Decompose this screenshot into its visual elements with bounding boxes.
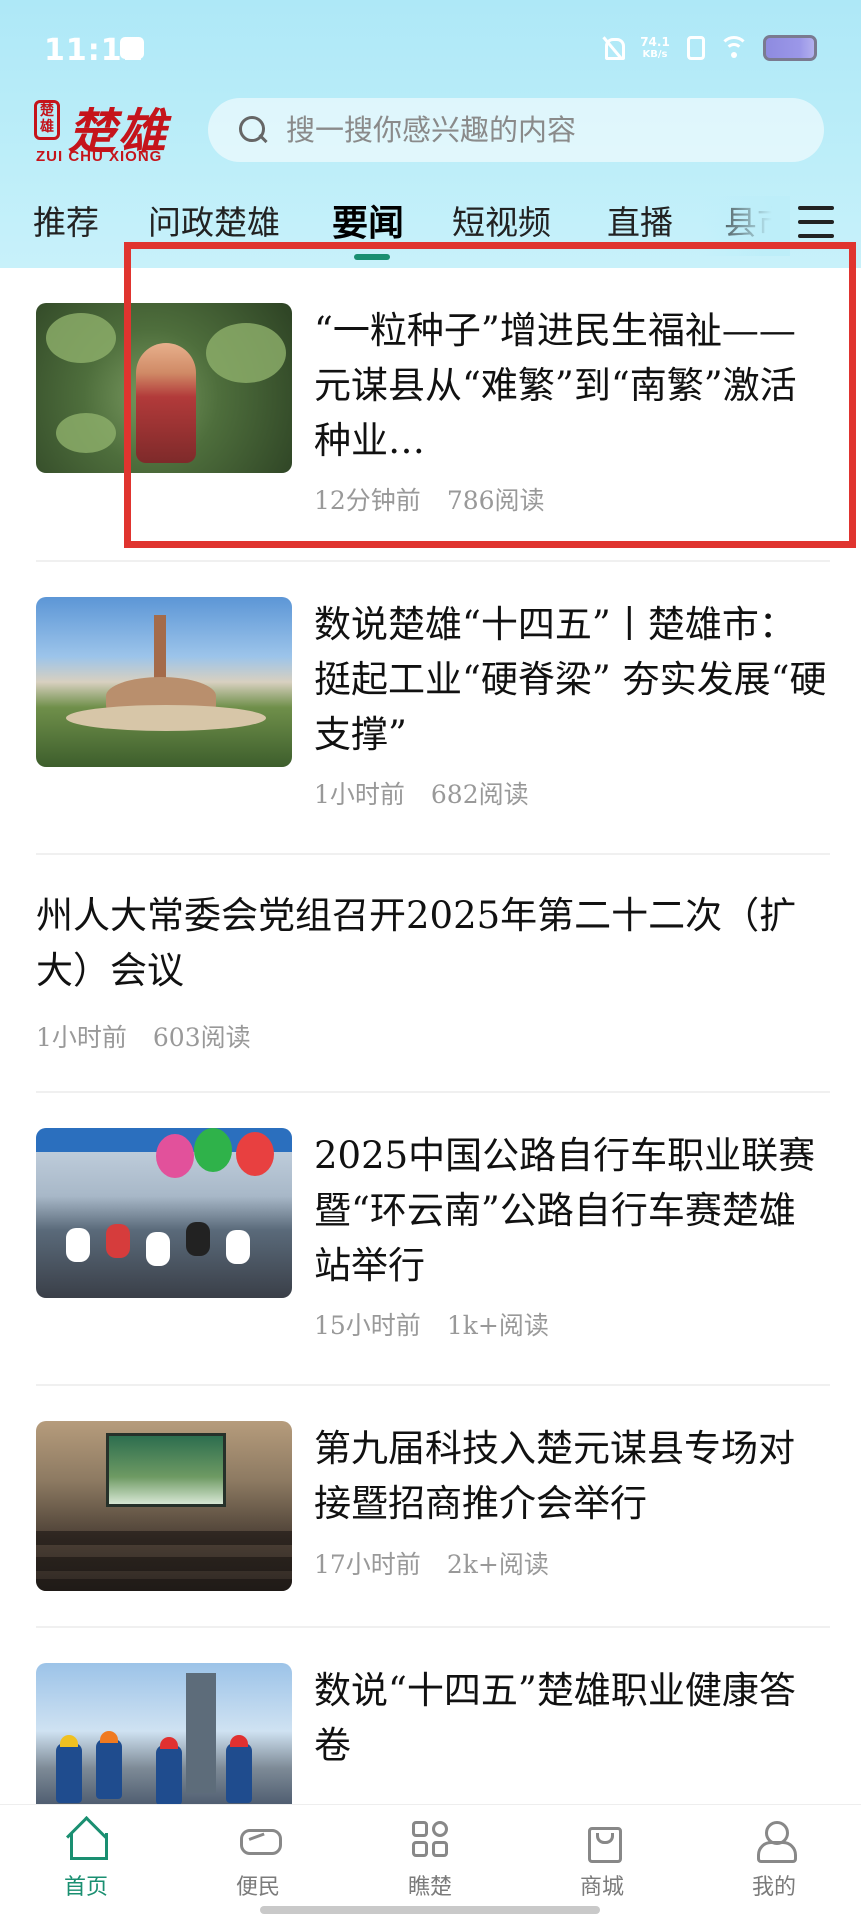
news-item[interactable]: “一粒种子”增进民生福祉——元谋县从“难繁”到“南繁”激活种业… 12分钟前 78… [36,303,830,523]
active-tab-indicator [354,254,390,260]
mute-icon [601,36,625,60]
news-time: 12分钟前 [314,486,421,515]
news-time: 17小时前 [314,1550,421,1579]
news-item[interactable]: 第九届科技入楚元谋县专场对接暨招商推介会举行 17小时前 2k+阅读 [36,1421,830,1641]
divider [36,1384,830,1386]
tab-live[interactable]: 直播 [607,196,673,244]
news-time: 1小时前 [314,780,405,809]
network-speed-value: 74.1 [640,35,670,49]
network-speed: 74.1 KB/s [637,35,673,61]
news-item[interactable]: 数说“十四五”楚雄职业健康答卷 [36,1663,830,1813]
news-meta: 12分钟前 786阅读 [314,481,545,517]
search-icon [238,115,268,145]
category-tabs: 推荐 问政楚雄 要闻 短视频 直播 县市 [0,196,861,260]
app-logo[interactable]: 楚雄 楚雄 ZUI CHU XIONG [34,96,194,170]
news-item[interactable]: 2025中国公路自行车职业联赛暨“环云南”公路自行车赛楚雄站举行 15小时前 1k… [36,1128,830,1348]
nav-home[interactable]: 首页 [26,1819,146,1901]
news-title: 2025中国公路自行车职业联赛暨“环云南”公路自行车赛楚雄站举行 [314,1134,816,1287]
wifi-icon [719,36,749,60]
news-title: 第九届科技入楚元谋县专场对接暨招商推介会举行 [314,1427,795,1525]
tab-short-video[interactable]: 短视频 [452,196,551,244]
news-reads: 2k+阅读 [446,1550,549,1579]
news-meta: 1小时前 682阅读 [314,775,529,811]
search-bar[interactable] [208,98,824,162]
user-icon [752,1819,797,1863]
handshake-icon [236,1819,282,1859]
news-title: 数说“十四五”楚雄职业健康答卷 [314,1669,796,1767]
bottom-navigation: 首页 便民 瞧楚 商城 我的 [0,1804,861,1920]
logo-english: ZUI CHU XIONG [36,148,163,165]
status-icons: 74.1 KB/s [601,30,817,66]
nav-profile[interactable]: 我的 [714,1819,834,1901]
home-indicator[interactable] [260,1906,600,1914]
news-reads: 682阅读 [430,780,529,809]
divider [36,1091,830,1093]
divider [36,853,830,855]
news-time: 15小时前 [314,1311,421,1340]
nav-label: 首页 [63,1875,108,1900]
nav-label: 商城 [579,1875,624,1900]
news-item[interactable]: 州人大常委会党组召开2025年第二十二次（扩大）会议 1小时前 603阅读 [36,888,830,1078]
home-icon [64,1819,108,1860]
news-reads: 1k+阅读 [446,1311,549,1340]
message-notification-icon [120,37,144,59]
app-header: 11:12 74.1 KB/s 楚雄 楚雄 ZUI CHU XIONG 推荐 问… [0,0,861,268]
news-thumbnail [36,1128,292,1298]
logo-seal-icon: 楚雄 [34,100,60,140]
tab-wenzheng-chuxiong[interactable]: 问政楚雄 [148,196,280,244]
news-item[interactable]: 数说楚雄“十四五”丨楚雄市：挺起工业“硬脊梁” 夯实发展“硬支撑” 1小时前 68… [36,597,830,817]
tab-fade-overlay [700,196,790,256]
nav-mall[interactable]: 商城 [542,1819,662,1901]
news-thumbnail [36,303,292,473]
divider [36,1626,830,1628]
nav-services[interactable]: 便民 [198,1819,318,1901]
nav-explore[interactable]: 瞧楚 [370,1819,490,1901]
shopping-bag-icon [580,1819,624,1863]
nav-label: 我的 [751,1875,796,1900]
network-speed-unit: KB/s [642,49,668,60]
news-thumbnail [36,1421,292,1591]
news-meta: 17小时前 2k+阅读 [314,1545,549,1581]
search-input[interactable] [286,113,806,147]
news-reads: 603阅读 [152,1023,251,1052]
grid-icon [408,1819,452,1859]
divider [36,560,830,562]
tab-headlines[interactable]: 要闻 [332,194,404,246]
news-meta: 15小时前 1k+阅读 [314,1306,549,1342]
news-thumbnail [36,1663,292,1813]
channel-menu-icon[interactable] [798,206,834,238]
news-reads: 786阅读 [446,486,545,515]
battery-icon [763,35,817,61]
news-title: 数说楚雄“十四五”丨楚雄市：挺起工业“硬脊梁” 夯实发展“硬支撑” [314,603,827,756]
thumbnail-person [136,343,196,463]
tab-recommend[interactable]: 推荐 [33,196,99,244]
status-bar: 11:12 74.1 KB/s [0,0,861,98]
news-meta: 1小时前 603阅读 [36,1018,251,1054]
news-title: “一粒种子”增进民生福祉——元谋县从“难繁”到“南繁”激活种业… [314,309,797,462]
nfc-icon [687,36,705,60]
nav-label: 便民 [235,1875,280,1900]
news-time: 1小时前 [36,1023,127,1052]
news-thumbnail [36,597,292,767]
news-title: 州人大常委会党组召开2025年第二十二次（扩大）会议 [36,894,797,992]
nav-label: 瞧楚 [407,1875,452,1900]
